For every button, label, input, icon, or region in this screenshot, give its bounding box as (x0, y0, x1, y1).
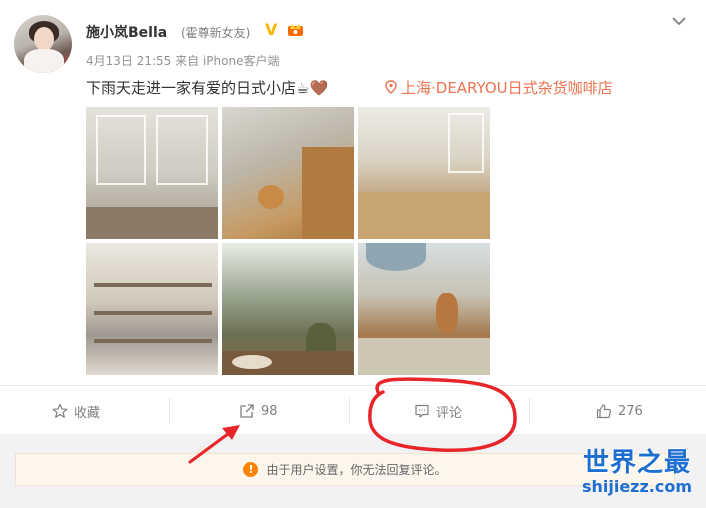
comment-button[interactable]: 评论 (414, 401, 462, 421)
photo-3[interactable] (358, 107, 490, 239)
share-count: 98 (261, 403, 278, 419)
favorite-button[interactable]: 收藏 (52, 401, 100, 421)
location-label: 上海·DEARYOU日式杂货咖啡店 (401, 79, 613, 97)
crown-icon[interactable] (287, 20, 304, 37)
user-remark: (霍尊新女友) (181, 26, 251, 40)
comment-label: 评论 (436, 405, 463, 421)
photo-5[interactable] (222, 243, 354, 375)
thumbs-up-icon (596, 404, 612, 419)
post-time[interactable]: 4月13日 21:55 (86, 54, 171, 68)
action-separator (349, 398, 350, 424)
more-icon[interactable] (670, 12, 688, 30)
watermark-logo: 世界之最 shijiezz.com (578, 448, 696, 496)
reply-disabled-notice: ! 由于用户设置，你无法回复评论。 (15, 453, 675, 486)
like-button[interactable]: 276 (596, 401, 643, 421)
photo-1[interactable] (86, 107, 218, 239)
photo-4[interactable] (86, 243, 218, 375)
vip-icon[interactable]: V (265, 21, 282, 38)
username[interactable]: 施小岚Bella (86, 22, 167, 42)
avatar[interactable] (14, 15, 72, 73)
location-pin-icon (385, 80, 397, 94)
action-separator (169, 398, 170, 424)
action-separator (529, 398, 530, 424)
comment-icon (415, 404, 429, 418)
star-icon (52, 403, 68, 418)
photo-6[interactable] (358, 243, 490, 375)
notice-text: 由于用户设置，你无法回复评论。 (266, 463, 447, 477)
post-meta: 4月13日 21:55 来自 iPhone客户端 (86, 52, 279, 69)
post-text: 下雨天走进一家有爱的日式小店☕🤎 (86, 79, 329, 97)
location-link[interactable]: 上海·DEARYOU日式杂货咖啡店 (385, 77, 613, 98)
share-button[interactable]: 98 (239, 401, 278, 421)
like-count: 276 (618, 403, 643, 419)
favorite-label: 收藏 (74, 405, 101, 421)
share-icon (240, 404, 254, 418)
photo-2[interactable] (222, 107, 354, 239)
divider (0, 385, 706, 386)
warning-icon: ! (243, 462, 259, 477)
watermark-cn: 世界之最 (582, 448, 691, 478)
watermark-en: shijiezz.com (581, 477, 693, 496)
post-source: 来自 iPhone客户端 (175, 54, 280, 68)
